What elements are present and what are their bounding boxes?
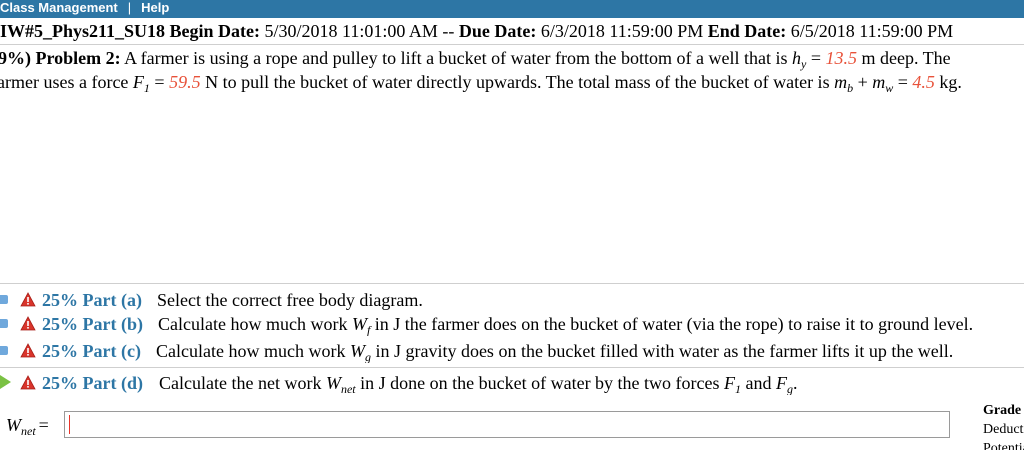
play-icon[interactable] — [0, 375, 11, 389]
part-c-row[interactable]: 25% Part (c) Calculate how much work Wg … — [0, 339, 1024, 363]
force-symbol-letter: F — [132, 72, 144, 92]
mass-value: 4.5 — [912, 72, 935, 92]
depth-value: 13.5 — [825, 48, 857, 68]
fg-letter: F — [776, 373, 788, 393]
water-mass-letter: m — [872, 72, 886, 92]
f1-symbol: F1 — [724, 373, 742, 395]
bucket-mass-symbol: mb — [834, 72, 854, 94]
header-divider — [0, 44, 1024, 45]
expand-toggle-icon[interactable] — [0, 295, 8, 304]
work-net-symbol: Wnet — [325, 373, 356, 395]
warning-icon — [20, 375, 36, 390]
potential-label: Potential — [983, 441, 1024, 450]
expand-toggle-icon[interactable] — [0, 319, 8, 328]
top-nav: Class Management | Help — [0, 0, 169, 16]
assignment-dates: IW#5_Phys211_SU18 Begin Date: 5/30/2018 … — [0, 19, 1024, 43]
end-date-value: 6/5/2018 11:59:00 PM — [790, 21, 954, 41]
expand-toggle-icon[interactable] — [0, 346, 8, 355]
force-symbol-sub: 1 — [143, 81, 150, 94]
part-a-label[interactable]: 25% Part (a) — [42, 288, 142, 312]
problem-text-2: farmer uses a force — [0, 72, 129, 92]
end-date-label: End Date: — [707, 21, 787, 41]
grade-label: Grade — [983, 403, 1022, 418]
part-c-label[interactable]: 25% Part (c) — [42, 339, 141, 363]
part-a-row[interactable]: 25% Part (a) Select the correct free bod… — [0, 288, 1024, 312]
work-g-sub: g — [364, 350, 371, 363]
f1-sub: 1 — [735, 382, 742, 395]
part-d-text-a: Calculate the net work — [159, 373, 322, 393]
date-separator: -- — [442, 21, 455, 41]
work-g-symbol: Wg — [349, 341, 371, 363]
part-d-and: and — [745, 373, 772, 393]
bucket-mass-letter: m — [834, 72, 848, 92]
help-link[interactable]: Help — [141, 0, 169, 15]
part-c-text-b: in J gravity does on the bucket filled w… — [375, 341, 954, 361]
part-d-divider — [0, 367, 1024, 368]
parts-divider — [0, 283, 1024, 284]
part-d-row[interactable]: 25% Part (d) Calculate the net work Wnet… — [0, 371, 1024, 395]
depth-symbol: hy — [792, 48, 807, 71]
answer-equals: = — [38, 415, 49, 435]
warning-icon — [20, 343, 36, 358]
top-nav-bar: Class Management | Help — [0, 0, 1024, 18]
class-management-link[interactable]: Class Management — [0, 0, 118, 15]
due-date-value: 6/3/2018 11:59:00 PM — [540, 21, 704, 41]
begin-date-label: Begin Date: — [169, 21, 261, 41]
fg-symbol: Fg — [776, 373, 793, 395]
text-caret — [69, 415, 70, 434]
mass-unit: kg. — [939, 72, 962, 92]
work-g-letter: W — [349, 341, 365, 361]
work-net-sub: net — [340, 382, 356, 395]
grade-summary-panel: Grade Deduction Potential — [983, 401, 1024, 450]
part-d-label[interactable]: 25% Part (d) — [42, 371, 143, 395]
deduction-label: Deduction — [983, 422, 1024, 437]
problem-weight: (9%) — [0, 48, 31, 68]
problem-text: A farmer is using a rope and pulley to l… — [124, 48, 788, 68]
problem-statement: (9%) Problem 2: A farmer is using a rope… — [0, 46, 1024, 94]
begin-date-value: 5/30/2018 11:01:00 AM — [264, 21, 438, 41]
due-date-label: Due Date: — [458, 21, 537, 41]
problem-title: Problem 2: — [35, 48, 121, 68]
part-b-text-a: Calculate how much work — [158, 314, 348, 334]
bucket-mass-sub: b — [847, 81, 854, 94]
problem-line-2: farmer uses a force F1 = 59.5 N to pull … — [0, 70, 1024, 94]
depth-symbol-letter: h — [792, 48, 801, 68]
answer-label: Wnet = — [6, 413, 49, 437]
depth-unit: m deep. The — [861, 48, 951, 68]
warning-icon — [20, 316, 36, 331]
part-b-row[interactable]: 25% Part (b) Calculate how much work Wf … — [0, 312, 1024, 336]
force-symbol: F1 — [132, 72, 150, 94]
assignment-name: IW#5_Phys211_SU18 — [0, 21, 166, 41]
part-d-text: Calculate the net work Wnet in J done on… — [159, 371, 798, 395]
water-mass-sub: w — [885, 81, 894, 94]
part-a-text: Select the correct free body diagram. — [157, 290, 423, 310]
problem-line-1: (9%) Problem 2: A farmer is using a rope… — [0, 46, 1024, 70]
f1-letter: F — [724, 373, 736, 393]
part-b-text: Calculate how much work Wf in J the farm… — [158, 312, 973, 336]
warning-icon — [20, 292, 36, 307]
nav-separator: | — [127, 0, 132, 15]
answer-symbol: W — [6, 415, 21, 435]
work-f-letter: W — [351, 314, 367, 334]
water-mass-symbol: mw — [872, 72, 894, 94]
part-b-text-b: in J the farmer does on the bucket of wa… — [374, 314, 974, 334]
work-f-symbol: Wf — [351, 314, 371, 336]
part-d-text-b: in J done on the bucket of water by the … — [360, 373, 720, 393]
force-value: 59.5 — [169, 72, 201, 92]
part-c-text: Calculate how much work Wg in J gravity … — [156, 339, 953, 363]
answer-input[interactable] — [64, 411, 950, 438]
work-net-letter: W — [325, 373, 341, 393]
depth-symbol-sub: y — [801, 57, 807, 71]
part-d-end: . — [793, 373, 798, 393]
part-c-text-a: Calculate how much work — [156, 341, 346, 361]
problem-text-3: N to pull the bucket of water directly u… — [205, 72, 830, 92]
work-f-sub: f — [366, 323, 371, 336]
part-b-label[interactable]: 25% Part (b) — [42, 312, 143, 336]
answer-symbol-sub: net — [21, 424, 36, 438]
